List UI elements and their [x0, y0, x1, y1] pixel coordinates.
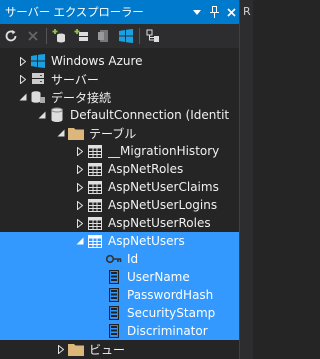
tree-node-label: PasswordHash [127, 288, 214, 302]
tree-node-column[interactable]: Discriminator [0, 322, 239, 340]
server-tree: Windows Azure サーバー データ接続 DefaultConnecti… [0, 48, 239, 359]
tree-node-label: AspNetUsers [108, 234, 185, 248]
tree-node-tables-folder[interactable]: テーブル [0, 124, 239, 142]
document-tab[interactable]: R [240, 0, 253, 18]
tree-node-label: AspNetUserClaims [108, 180, 219, 194]
expand-arrow-icon[interactable] [16, 52, 30, 70]
tree-node-table-selected[interactable]: AspNetUsers [0, 232, 239, 250]
data-connections-icon [30, 89, 46, 105]
document-tab-strip: R [239, 0, 253, 359]
toolbar-separator [139, 28, 140, 44]
expand-arrow-icon[interactable] [54, 340, 68, 358]
tree-node-label: Windows Azure [51, 54, 143, 68]
tree-node-table[interactable]: AspNetUserClaims [0, 178, 239, 196]
sharepoint-icon[interactable] [93, 25, 115, 47]
stop-icon[interactable] [22, 25, 44, 47]
toolbar-separator [46, 28, 47, 44]
table-icon [87, 161, 103, 177]
refresh-icon[interactable] [0, 25, 22, 47]
tree-node-label: UserName [127, 270, 190, 284]
folder-icon [68, 125, 84, 141]
collapse-arrow-icon[interactable] [35, 106, 49, 124]
table-icon [87, 215, 103, 231]
tree-node-views-folder[interactable]: ビュー [0, 340, 239, 358]
tree-node-label: データ接続 [51, 90, 112, 105]
column-icon [106, 323, 122, 339]
tree-node-label: DefaultConnection (Identit [70, 108, 230, 122]
tree-node-column[interactable]: PasswordHash [0, 286, 239, 304]
expand-arrow-icon[interactable] [73, 196, 87, 214]
tree-node-table[interactable]: AspNetRoles [0, 160, 239, 178]
tree-node-table[interactable]: AspNetUserRoles [0, 214, 239, 232]
connect-database-icon[interactable] [49, 25, 71, 47]
collapse-arrow-icon[interactable] [73, 232, 87, 250]
collapse-arrow-icon[interactable] [16, 88, 30, 106]
column-icon [106, 305, 122, 321]
folder-icon [68, 341, 84, 357]
tree-node-label: サーバー [51, 72, 99, 87]
toolbar [0, 24, 239, 48]
tree-node-label: AspNetUserLogins [108, 198, 218, 212]
expand-arrow-icon[interactable] [73, 142, 87, 160]
expand-arrow-icon[interactable] [73, 178, 87, 196]
database-connection-icon [49, 107, 65, 123]
tree-node-table[interactable]: __MigrationHistory [0, 142, 239, 160]
tree-node-label: __MigrationHistory [108, 144, 220, 158]
tree-node-data-connections[interactable]: データ接続 [0, 88, 239, 106]
column-icon [106, 269, 122, 285]
tree-node-label: テーブル [89, 126, 137, 141]
tree-node-connection[interactable]: DefaultConnection (Identit [0, 106, 239, 124]
table-icon [87, 197, 103, 213]
expand-arrow-icon[interactable] [73, 160, 87, 178]
tree-node-column[interactable]: SecurityStamp [0, 304, 239, 322]
server-icon [30, 71, 46, 87]
window-title: サーバー エクスプローラー [5, 5, 144, 19]
tree-node-label: Discriminator [127, 324, 208, 338]
dropdown-icon[interactable] [192, 6, 202, 18]
tree-node-label: AspNetUserRoles [108, 216, 211, 230]
collapse-arrow-icon[interactable] [54, 124, 68, 142]
primary-key-icon [106, 251, 122, 267]
tree-node-table[interactable]: AspNetUserLogins [0, 196, 239, 214]
connect-server-icon[interactable] [71, 25, 93, 47]
title-bar[interactable]: サーバー エクスプローラー [0, 0, 239, 24]
tree-node-label: ビュー [89, 342, 126, 357]
azure-icon [30, 53, 46, 69]
properties-icon[interactable] [142, 25, 164, 47]
tree-node-servers[interactable]: サーバー [0, 70, 239, 88]
table-icon [87, 179, 103, 195]
expand-arrow-icon[interactable] [73, 214, 87, 232]
table-icon [87, 233, 103, 249]
server-explorer-window: サーバー エクスプローラー R Windows Azure サーバー データ接続… [0, 0, 253, 359]
tree-node-column-key[interactable]: Id [0, 250, 239, 268]
tree-node-label: AspNetRoles [108, 162, 184, 176]
tree-node-label: Id [127, 252, 139, 266]
tree-node-azure[interactable]: Windows Azure [0, 52, 239, 70]
tree-node-column[interactable]: UserName [0, 268, 239, 286]
pin-icon[interactable] [209, 6, 219, 18]
table-icon [87, 143, 103, 159]
expand-arrow-icon[interactable] [16, 70, 30, 88]
close-icon[interactable] [226, 6, 236, 18]
column-icon [106, 287, 122, 303]
tree-node-label: SecurityStamp [127, 306, 216, 320]
azure-icon[interactable] [115, 25, 137, 47]
